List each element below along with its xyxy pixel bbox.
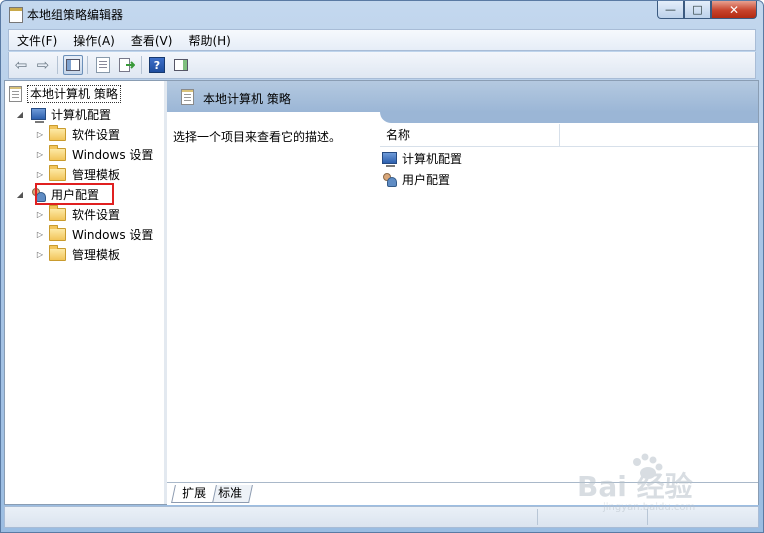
policy-icon [181, 89, 194, 105]
folder-icon [49, 204, 66, 221]
action-pane-icon [174, 59, 188, 71]
tree-item-label: 软件设置 [72, 127, 121, 142]
properties-button[interactable] [93, 55, 113, 75]
column-header-empty[interactable] [560, 124, 758, 146]
details-header: 本地计算机 策略 [167, 81, 758, 112]
folder-icon [49, 164, 66, 181]
tree-item-label: 软件设置 [72, 207, 121, 222]
red-highlight-annotation [35, 183, 114, 205]
collapsed-arrow-icon[interactable]: ▷ [35, 230, 45, 239]
column-header-name[interactable]: 名称 [380, 124, 560, 146]
list-item-label: 计算机配置 [402, 151, 463, 166]
menu-file[interactable]: 文件(F) [9, 32, 65, 49]
menu-bar: 文件(F) 操作(A) 查看(V) 帮助(H) [8, 29, 756, 51]
minimize-button[interactable]: — [657, 1, 684, 19]
svg-text:Bai 经验: Bai 经验 [577, 470, 693, 503]
menu-action[interactable]: 操作(A) [65, 32, 123, 49]
properties-icon [96, 57, 110, 73]
description-area: 选择一个项目来查看它的描述。 [167, 112, 380, 482]
toolbar-separator [57, 56, 58, 74]
toolbar-separator [87, 56, 88, 74]
close-button[interactable]: ✕ [711, 1, 757, 19]
main-window: 本地组策略编辑器 — □ ✕ 文件(F) 操作(A) 查看(V) 帮助(H) ⇦… [0, 0, 764, 533]
computer-icon [382, 152, 397, 167]
console-tree[interactable]: 本地计算机 策略 ◢ 计算机配置 ▷ 软件设置 ▷ Windows 设置 ▷ 管… [5, 81, 165, 504]
help-icon: ? [149, 57, 165, 73]
window-title: 本地组策略编辑器 [27, 8, 124, 22]
back-arrow-icon: ⇦ [14, 56, 28, 74]
folder-icon [49, 144, 66, 161]
details-title: 本地计算机 策略 [203, 92, 291, 106]
show-hide-tree-button[interactable] [63, 55, 83, 75]
folder-icon [49, 224, 66, 241]
tree-item-user-software-settings[interactable]: ▷ 软件设置 [35, 204, 121, 223]
collapsed-arrow-icon[interactable]: ▷ [35, 170, 45, 179]
list-column-headers: 名称 [380, 124, 758, 147]
tree-item-computer-config[interactable]: ◢ 计算机配置 [15, 105, 111, 123]
folder-icon [49, 124, 66, 141]
list-item-label: 用户配置 [402, 172, 451, 187]
tree-item-label: 管理模板 [72, 247, 121, 262]
toolbar-separator [141, 56, 142, 74]
status-segment [537, 509, 538, 525]
tree-item-user-windows-settings[interactable]: ▷ Windows 设置 [35, 224, 154, 243]
export-list-icon [119, 58, 135, 72]
list-item-computer-config[interactable]: 计算机配置 [382, 148, 462, 168]
collapsed-arrow-icon[interactable]: ▷ [35, 250, 45, 259]
maximize-button[interactable]: □ [684, 1, 711, 19]
back-button[interactable]: ⇦ [11, 55, 31, 75]
collapsed-arrow-icon[interactable]: ▷ [35, 150, 45, 159]
show-action-pane-button[interactable] [171, 55, 191, 75]
forward-arrow-icon: ⇨ [36, 56, 50, 74]
collapsed-arrow-icon[interactable]: ▷ [35, 210, 45, 219]
collapsed-arrow-icon[interactable]: ▷ [35, 130, 45, 139]
export-list-button[interactable] [117, 55, 137, 75]
tree-item-software-settings[interactable]: ▷ 软件设置 [35, 124, 121, 143]
tree-item-label: 计算机配置 [51, 107, 112, 122]
computer-icon [31, 108, 46, 123]
tree-root[interactable]: 本地计算机 策略 [9, 85, 121, 103]
expanded-arrow-icon[interactable]: ◢ [15, 110, 25, 119]
policy-icon [9, 86, 22, 102]
baidu-watermark-logo: Bai 经验 jingyan.baidu.com [577, 453, 695, 512]
tree-item-label: 管理模板 [72, 167, 121, 182]
help-button[interactable]: ? [147, 55, 167, 75]
items-list[interactable]: 名称 计算机配置 用户配置 [366, 112, 758, 482]
console-tree-icon [66, 59, 80, 71]
title-bar[interactable]: 本地组策略编辑器 — □ ✕ [1, 1, 763, 29]
tree-item-label: Windows 设置 [72, 147, 154, 162]
tree-item-label: Windows 设置 [72, 227, 154, 242]
folder-icon [49, 244, 66, 261]
app-icon [9, 7, 23, 23]
list-item-user-config[interactable]: 用户配置 [382, 169, 450, 189]
expanded-arrow-icon[interactable]: ◢ [15, 190, 25, 199]
tab-extended[interactable]: 扩展 [171, 485, 217, 503]
tree-item-windows-settings[interactable]: ▷ Windows 设置 [35, 144, 154, 163]
tree-root-label: 本地计算机 策略 [27, 85, 121, 103]
toolbar: ⇦ ⇨ ? [8, 52, 756, 79]
menu-view[interactable]: 查看(V) [123, 32, 181, 49]
description-text: 选择一个项目来查看它的描述。 [173, 130, 342, 144]
client-area: 本地计算机 策略 ◢ 计算机配置 ▷ 软件设置 ▷ Windows 设置 ▷ 管… [4, 80, 759, 505]
caption-buttons: — □ ✕ [657, 1, 757, 20]
svg-text:jingyan.baidu.com: jingyan.baidu.com [602, 502, 695, 512]
list-header-band [366, 112, 758, 123]
forward-button[interactable]: ⇨ [33, 55, 53, 75]
menu-help[interactable]: 帮助(H) [180, 32, 238, 49]
tree-item-admin-templates[interactable]: ▷ 管理模板 [35, 164, 121, 183]
users-icon [382, 172, 397, 187]
details-pane: 本地计算机 策略 选择一个项目来查看它的描述。 名称 计算机配置 用户配置 扩展… [167, 81, 758, 505]
tree-item-user-admin-templates[interactable]: ▷ 管理模板 [35, 244, 121, 263]
